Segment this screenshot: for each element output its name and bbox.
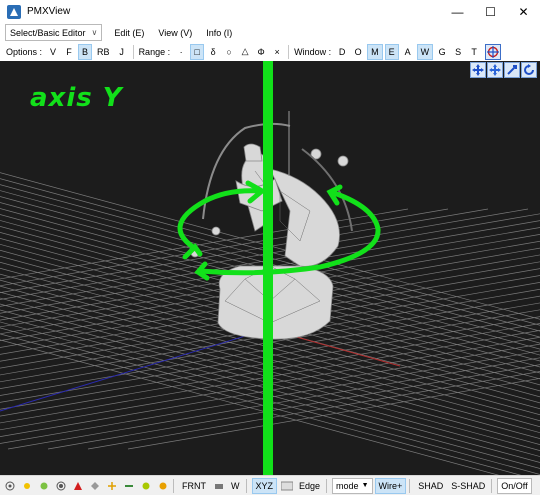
title-bar: PMXView — ☐ ✕: [0, 0, 540, 23]
body-icon[interactable]: [139, 479, 153, 493]
mode-dropdown[interactable]: mode ▼: [332, 477, 373, 494]
record-icon[interactable]: [54, 479, 68, 493]
target-icon[interactable]: [485, 43, 502, 60]
window-button-4[interactable]: A: [401, 44, 415, 60]
on-off-button[interactable]: On/Off: [497, 477, 532, 494]
menu-info[interactable]: Info (I): [204, 28, 234, 38]
toolbar-divider: [132, 44, 134, 59]
range-button-1[interactable]: □: [190, 43, 205, 60]
close-button[interactable]: ✕: [507, 0, 540, 23]
menu-bar: Select/Basic Editor ∨ Edit (E) View (V) …: [0, 23, 540, 42]
zoom-view-icon[interactable]: [504, 62, 520, 78]
editor-select[interactable]: Select/Basic Editor ∨: [5, 24, 103, 41]
wire-plus-button[interactable]: Wire+: [374, 477, 407, 494]
range-button-2[interactable]: δ: [206, 44, 220, 60]
options-label: Options :: [6, 46, 43, 57]
range-button-6[interactable]: ×: [270, 44, 284, 60]
options-button-4[interactable]: J: [115, 44, 129, 60]
mode-label: mode: [336, 480, 359, 491]
chevron-down-icon: ∨: [91, 28, 98, 37]
status-divider: [409, 478, 411, 493]
window-label: Window :: [294, 46, 332, 57]
menu-view[interactable]: View (V): [156, 28, 194, 38]
window-button-6[interactable]: G: [435, 44, 449, 60]
options-button-0[interactable]: V: [46, 44, 60, 60]
light-icon[interactable]: [37, 479, 51, 493]
minimize-button[interactable]: —: [441, 0, 474, 23]
window-button-0[interactable]: D: [335, 44, 349, 60]
y-axis-marker: [263, 61, 273, 475]
range-button-3[interactable]: ○: [222, 44, 236, 60]
range-button-4[interactable]: △: [238, 44, 252, 60]
s-shad-button[interactable]: S-SHAD: [448, 478, 488, 494]
camera-nav-icons: [470, 62, 537, 78]
window-button-1[interactable]: O: [351, 44, 365, 60]
options-button-1[interactable]: F: [62, 44, 76, 60]
scene-canvas: [0, 61, 540, 475]
xyz-button[interactable]: XYZ: [251, 477, 278, 494]
target-dot-icon[interactable]: [3, 479, 17, 493]
window-button-8[interactable]: T: [467, 44, 481, 60]
window-button-2[interactable]: M: [367, 43, 383, 60]
edge-button[interactable]: Edge: [296, 478, 323, 494]
options-button-2[interactable]: B: [78, 43, 93, 60]
status-divider: [326, 478, 328, 493]
window-button-3[interactable]: E: [384, 43, 399, 60]
toolbar: Options : V F B RB J Range : · □ δ ○ △ Φ × Window …: [0, 42, 540, 61]
joint-icon[interactable]: [156, 479, 170, 493]
mb-icon[interactable]: [280, 479, 294, 493]
editor-select-value: Select/Basic Editor: [10, 27, 86, 38]
spark-icon[interactable]: [105, 479, 119, 493]
w-button[interactable]: W: [228, 478, 243, 494]
move-view-icon[interactable]: [470, 62, 486, 78]
view-front-button[interactable]: FRNT: [179, 478, 209, 494]
triangle-icon[interactable]: [71, 479, 85, 493]
range-button-0[interactable]: ·: [174, 44, 188, 60]
sun-icon[interactable]: [20, 479, 34, 493]
pan-view-icon[interactable]: [487, 62, 503, 78]
status-bar: FRNT W XYZ Edge mode ▼ Wire+ SHAD S-SHAD…: [0, 475, 540, 495]
maximize-button[interactable]: ☐: [474, 0, 507, 23]
range-label: Range :: [138, 46, 171, 57]
window-button-5[interactable]: W: [416, 43, 434, 60]
camera-icon[interactable]: [212, 479, 226, 493]
menu-edit[interactable]: Edit (E): [112, 28, 146, 38]
bone-icon[interactable]: [122, 479, 136, 493]
window-button-7[interactable]: S: [451, 44, 465, 60]
axis-annotation: axis Y: [30, 83, 123, 113]
window-title: PMXView: [27, 6, 71, 17]
rotate-view-icon[interactable]: [521, 62, 537, 78]
range-button-5[interactable]: Φ: [254, 44, 268, 60]
shad-button[interactable]: SHAD: [415, 478, 446, 494]
status-divider: [173, 478, 174, 493]
toolbar-divider: [288, 44, 290, 59]
diamond-icon[interactable]: [88, 479, 102, 493]
pmxview-app-icon: [7, 4, 21, 19]
options-button-3[interactable]: RB: [94, 44, 113, 60]
chevron-down-icon: ▼: [361, 482, 369, 489]
status-divider: [491, 478, 493, 493]
3d-viewport[interactable]: axis Y: [0, 61, 540, 475]
status-divider: [245, 478, 247, 493]
